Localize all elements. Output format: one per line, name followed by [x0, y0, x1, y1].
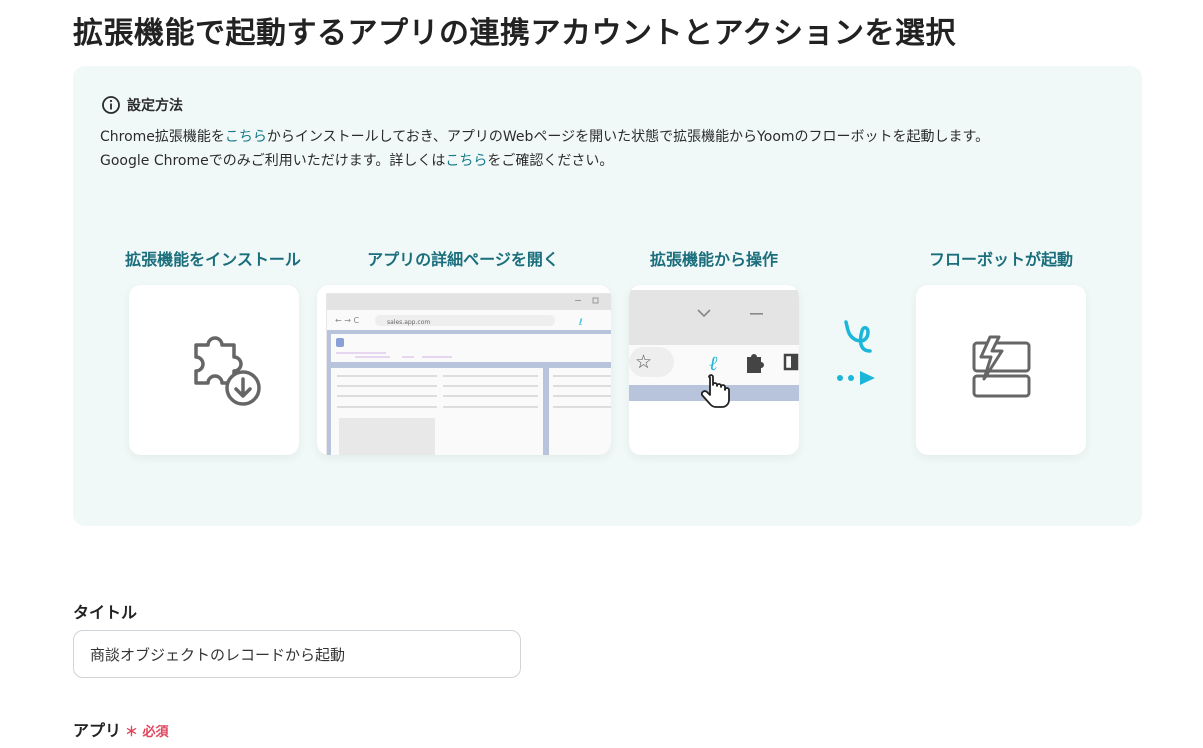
- step-label-install: 拡張機能をインストール: [125, 250, 301, 269]
- description-line-2: Google Chromeでのみご利用いただけます。詳しくはこちらをご確認くださ…: [100, 153, 614, 169]
- step-label-flowbot: フローボットが起動: [928, 250, 1074, 269]
- step-card-flowbot: [916, 285, 1086, 455]
- svg-text:← → C: ← → C: [335, 316, 359, 325]
- title-input[interactable]: [73, 630, 521, 678]
- page-title: 拡張機能で起動するアプリの連携アカウントとアクションを選択: [73, 16, 956, 51]
- extension-install-link[interactable]: こちら: [225, 129, 267, 145]
- setup-description: Chrome拡張機能をこちらからインストールしておき、アプリのWebページを開い…: [100, 125, 989, 173]
- browser-mockup: ← → C sales.app.com ℓ: [326, 293, 611, 455]
- info-icon: [102, 96, 120, 114]
- step-card-open-page: ← → C sales.app.com ℓ: [317, 285, 611, 455]
- puzzle-download-icon: [194, 336, 261, 406]
- yoom-logo-icon: [837, 320, 875, 385]
- setup-heading: 設定方法: [127, 98, 183, 114]
- setup-info-header: 設定方法: [101, 95, 183, 115]
- step-card-operate: ☆ ℓ: [629, 285, 799, 455]
- svg-text:ℓ: ℓ: [578, 318, 583, 328]
- title-field-label: タイトル: [73, 603, 138, 622]
- step-label-open-page: アプリの詳細ページを開く: [367, 250, 559, 269]
- extension-toolbar-mockup: ☆ ℓ: [629, 290, 799, 408]
- required-badge: ＊ 必須: [125, 725, 169, 740]
- description-line-1: Chrome拡張機能をこちらからインストールしておき、アプリのWebページを開い…: [100, 129, 990, 145]
- flow-arrow: [835, 316, 883, 390]
- browser-url: sales.app.com: [387, 319, 430, 326]
- setup-info-panel: 設定方法 Chrome拡張機能をこちらからインストールしておき、アプリのWebペ…: [73, 66, 1142, 526]
- step-label-operate: 拡張機能から操作: [649, 250, 779, 269]
- flowbot-launch-icon: [972, 335, 1031, 398]
- app-field-label: アプリ＊ 必須: [73, 721, 169, 740]
- details-link[interactable]: こちら: [445, 153, 487, 169]
- step-card-install: [129, 285, 299, 455]
- svg-text:ℓ: ℓ: [709, 351, 718, 375]
- svg-text:☆: ☆: [635, 351, 652, 373]
